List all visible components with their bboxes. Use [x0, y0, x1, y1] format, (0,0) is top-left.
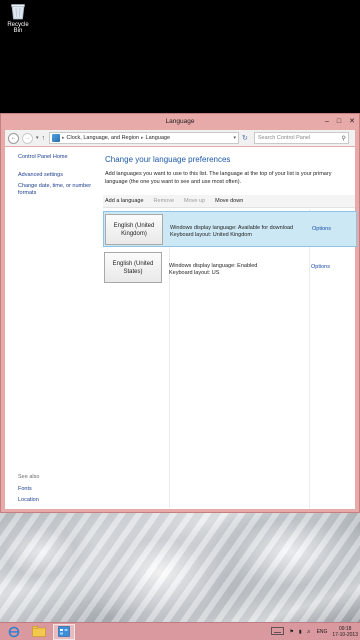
recycle-bin-icon	[11, 4, 25, 20]
language-name-button[interactable]: English (United Kingdom)	[105, 214, 163, 245]
control-panel-taskbar-icon[interactable]	[53, 623, 75, 640]
language-toolbar: Add a language Remove Move up Move down	[103, 195, 355, 208]
recent-pages-dropdown[interactable]: ▾	[36, 135, 39, 141]
control-panel-home-link[interactable]: Control Panel Home	[18, 154, 98, 161]
remove-button[interactable]: Remove	[154, 198, 174, 204]
search-input[interactable]: Search Control Panel ⚲	[253, 132, 349, 144]
change-formats-link[interactable]: Change date, time, or number formats	[18, 183, 98, 197]
volume-icon[interactable]: ♬	[307, 629, 312, 635]
path-dropdown-icon[interactable]: ▾	[234, 135, 239, 141]
taskbar: ⚑ ▮ ♬ ENG 09:18 17-10-2013	[0, 622, 360, 640]
recycle-bin-label: Recycle Bin	[7, 22, 29, 34]
breadcrumb-clock-language-region[interactable]: Clock, Language, and Region	[67, 135, 139, 141]
search-icon[interactable]: ⚲	[341, 135, 347, 142]
page-title: Change your language preferences	[105, 155, 231, 164]
window-content: Control Panel Home Advanced settings Cha…	[5, 147, 357, 509]
language-details: Windows display language: Enabled Keyboa…	[169, 263, 257, 277]
display-language-status: Windows display language: Available for …	[170, 225, 294, 231]
left-pane: Control Panel Home Advanced settings Cha…	[5, 147, 101, 509]
move-up-button[interactable]: Move up	[184, 198, 205, 204]
ie-icon[interactable]	[3, 624, 25, 640]
breadcrumb-language[interactable]: Language	[146, 135, 170, 141]
language-row-en-us[interactable]: English (United States) Windows display …	[103, 250, 357, 286]
flag-icon[interactable]: ⚑	[289, 629, 293, 635]
advanced-settings-link[interactable]: Advanced settings	[18, 172, 98, 179]
display-language-status: Windows display language: Enabled	[169, 263, 258, 269]
recycle-bin-shortcut[interactable]: Recycle Bin	[3, 2, 33, 34]
clock[interactable]: 09:18 17-10-2013	[332, 626, 358, 638]
language-indicator[interactable]: ENG	[317, 629, 328, 635]
address-bar: ← → ▾ ↑ ▸ Clock, Language, and Region ▸ …	[5, 130, 355, 146]
fonts-link[interactable]: Fonts	[18, 486, 98, 493]
refresh-icon[interactable]: ↻	[242, 134, 248, 142]
page-description: Add languages you want to use to this li…	[105, 171, 332, 185]
options-link[interactable]: Options	[311, 264, 330, 270]
system-tray: ⚑ ▮ ♬ ENG 09:18 17-10-2013	[271, 623, 358, 640]
explorer-icon[interactable]	[28, 624, 50, 640]
network-icon[interactable]: ▮	[299, 629, 302, 635]
search-placeholder: Search Control Panel	[257, 135, 311, 141]
language-name-button[interactable]: English (United States)	[104, 252, 162, 283]
forward-icon[interactable]: →	[22, 132, 33, 144]
close-icon[interactable]: ✕	[349, 114, 355, 129]
location-link[interactable]: Location	[18, 497, 98, 504]
window-controls: – □ ✕	[325, 114, 355, 129]
window-title: Language	[165, 118, 195, 125]
minimize-icon[interactable]: –	[325, 114, 329, 129]
keyboard-icon[interactable]	[271, 627, 285, 637]
language-row-en-gb[interactable]: English (United Kingdom) Windows display…	[103, 211, 357, 247]
path-field[interactable]: ▸ Clock, Language, and Region ▸ Language…	[49, 132, 240, 144]
clock-date: 17-10-2013	[332, 632, 358, 638]
options-link[interactable]: Options	[312, 226, 331, 232]
desktop-wallpaper	[0, 512, 360, 622]
move-down-button[interactable]: Move down	[215, 198, 243, 204]
main-pane: Change your language preferences Add lan…	[103, 147, 357, 509]
keyboard-layout: Keyboard layout: United Kingdom	[170, 232, 252, 238]
see-also-label: See also	[18, 474, 40, 480]
add-language-button[interactable]: Add a language	[105, 198, 144, 204]
maximize-icon[interactable]: □	[337, 114, 341, 129]
up-icon[interactable]: ↑	[42, 135, 46, 142]
back-icon[interactable]: ←	[8, 132, 19, 144]
keyboard-layout: Keyboard layout: US	[169, 270, 220, 276]
control-panel-window: Language – □ ✕ ← → ▾ ↑ ▸ Clock, Language…	[0, 113, 360, 513]
window-titlebar[interactable]: Language – □ ✕	[1, 114, 359, 129]
control-panel-icon	[52, 134, 61, 142]
language-details: Windows display language: Available for …	[170, 225, 293, 239]
